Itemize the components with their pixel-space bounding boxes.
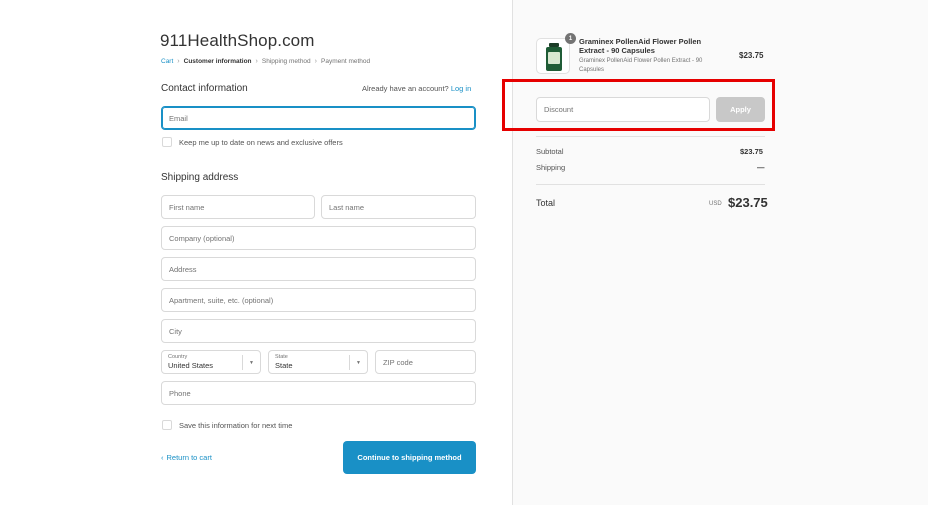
- newsletter-label: Keep me up to date on news and exclusive…: [179, 137, 343, 147]
- shipping-address-heading: Shipping address: [161, 172, 239, 183]
- apartment-placeholder: Apartment, suite, etc. (optional): [169, 295, 274, 305]
- newsletter-option[interactable]: Keep me up to date on news and exclusive…: [162, 137, 343, 147]
- save-info-option[interactable]: Save this information for next time: [162, 420, 292, 430]
- chevron-left-icon: ‹: [161, 453, 164, 462]
- state-label: State: [275, 353, 288, 360]
- zip-code-field[interactable]: ZIP code: [375, 350, 476, 374]
- order-summary-sidebar: [512, 0, 928, 505]
- last-name-field[interactable]: Last name: [321, 195, 476, 219]
- address-placeholder: Address: [169, 264, 197, 274]
- state-value: State: [275, 360, 293, 370]
- chevron-right-icon: ›: [255, 58, 258, 65]
- chevron-right-icon: ›: [314, 58, 318, 65]
- product-variant: Graminex PollenAid Flower Pollen Extract…: [579, 58, 703, 73]
- address-field[interactable]: Address: [161, 257, 476, 281]
- supplement-bottle-icon: [546, 43, 562, 71]
- shop-title[interactable]: 911HealthShop.com: [160, 31, 314, 51]
- product-thumbnail: [536, 38, 570, 74]
- save-info-checkbox[interactable]: [162, 420, 172, 430]
- country-label: Country: [168, 353, 188, 360]
- total-currency: USD: [709, 201, 722, 207]
- product-price: $23.75: [739, 51, 764, 60]
- return-to-cart-link[interactable]: ‹ Return to cart: [161, 453, 212, 462]
- zip-placeholder: ZIP code: [383, 357, 413, 367]
- country-select[interactable]: Country United States ▼: [161, 350, 261, 374]
- breadcrumb-customer-information: Customer information: [183, 58, 252, 65]
- company-placeholder: Company (optional): [169, 233, 235, 243]
- breadcrumb-shipping-method: Shipping method: [261, 58, 311, 65]
- city-field[interactable]: City: [161, 319, 476, 343]
- last-name-placeholder: Last name: [329, 202, 365, 212]
- divider: [536, 136, 765, 137]
- country-value: United States: [168, 360, 214, 370]
- newsletter-checkbox[interactable]: [162, 137, 172, 147]
- breadcrumb-cart[interactable]: Cart: [161, 58, 173, 65]
- login-link[interactable]: Log in: [451, 84, 471, 93]
- shipping-label: Shipping: [536, 163, 566, 172]
- quantity-badge: 1: [565, 33, 576, 44]
- company-field[interactable]: Company (optional): [161, 226, 476, 250]
- state-select[interactable]: State State ▼: [268, 350, 368, 374]
- chevron-right-icon: ›: [177, 58, 180, 65]
- highlight-annotation-box: [502, 79, 775, 131]
- shipping-value: —: [757, 163, 765, 172]
- total-label: Total: [536, 198, 556, 208]
- city-placeholder: City: [169, 326, 182, 336]
- phone-placeholder: Phone: [169, 388, 191, 398]
- email-placeholder: Email: [169, 113, 188, 123]
- subtotal-label: Subtotal: [536, 147, 564, 156]
- product-name: Graminex PollenAid Flower Pollen Extract…: [579, 37, 702, 55]
- return-to-cart-label: Return to cart: [166, 453, 212, 462]
- chevron-down-icon: ▼: [349, 355, 367, 370]
- first-name-field[interactable]: First name: [161, 195, 315, 219]
- breadcrumb-payment-method: Payment method: [321, 58, 371, 65]
- save-info-label: Save this information for next time: [179, 420, 293, 430]
- divider: [536, 184, 765, 185]
- apartment-field[interactable]: Apartment, suite, etc. (optional): [161, 288, 476, 312]
- breadcrumb: Cart › Customer information › Shipping m…: [161, 58, 370, 65]
- account-prompt-text: Already have an account?: [362, 84, 449, 93]
- email-field[interactable]: Email: [161, 106, 476, 130]
- first-name-placeholder: First name: [169, 202, 205, 212]
- continue-to-shipping-button[interactable]: Continue to shipping method: [343, 441, 476, 474]
- phone-field[interactable]: Phone: [161, 381, 476, 405]
- page-margin: [0, 0, 145, 505]
- contact-information-heading: Contact information: [161, 83, 248, 94]
- subtotal-value: $23.75: [740, 147, 763, 156]
- account-prompt: Already have an account? Log in: [362, 84, 471, 93]
- chevron-down-icon: ▼: [242, 355, 260, 370]
- total-value: $23.75: [728, 195, 768, 210]
